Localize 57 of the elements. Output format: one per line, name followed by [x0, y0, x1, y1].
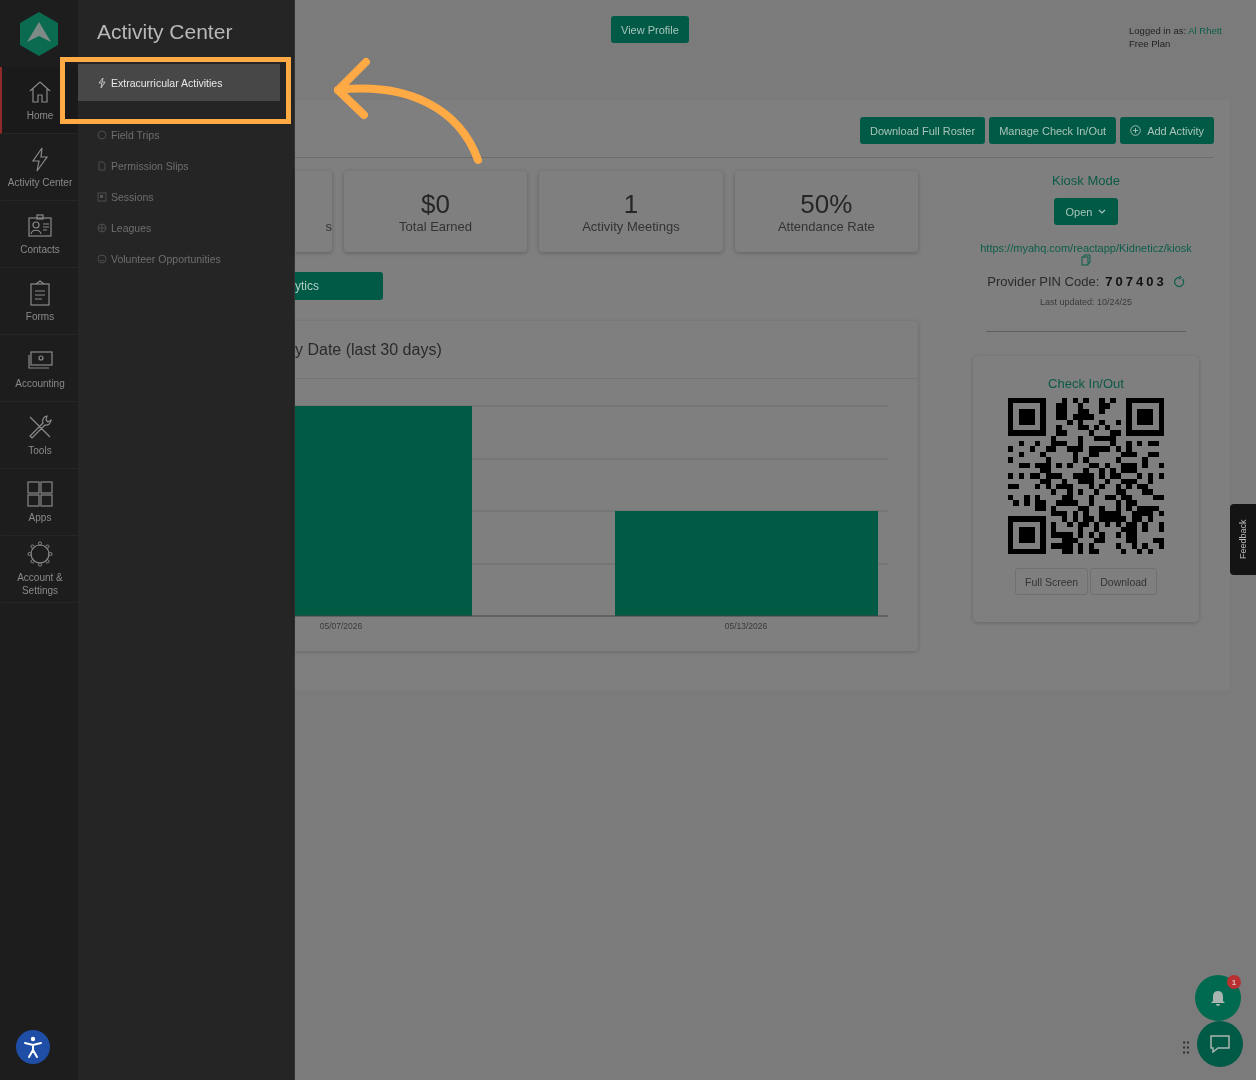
- nav-item[interactable]: Home: [0, 67, 78, 134]
- bell-icon: [1210, 989, 1226, 1007]
- stat-label: Total Earned: [399, 219, 473, 234]
- apps-icon: [27, 480, 53, 507]
- axis-label: 05/07/2026: [319, 621, 363, 631]
- notification-badge: 1: [1227, 975, 1241, 989]
- smiley-icon: [97, 253, 107, 264]
- menu-item[interactable]: Leagues: [78, 212, 280, 243]
- copy-icon[interactable]: [1081, 254, 1091, 266]
- stat-value: 1: [623, 189, 639, 219]
- panel-title: Activity Center: [96, 20, 234, 44]
- circle-icon: [97, 129, 107, 140]
- kiosk-title: Kiosk Mode: [1052, 173, 1120, 188]
- menu-item[interactable]: Permission Slips: [78, 150, 280, 181]
- accessibility-icon: [21, 1035, 45, 1059]
- square-icon: [97, 191, 107, 202]
- file-icon: [97, 160, 107, 171]
- tools-icon: [27, 413, 53, 440]
- stat-label: s: [325, 218, 332, 234]
- clipboard-icon: [27, 279, 53, 306]
- chat-button[interactable]: [1197, 1021, 1243, 1067]
- stat-label: Activity Meetings: [582, 219, 680, 234]
- qr-button[interactable]: Full Screen: [1015, 568, 1089, 595]
- chart-title: y Date (last 30 days): [295, 340, 442, 359]
- analytics-button[interactable]: ytics: [295, 272, 383, 300]
- menu-item[interactable]: Volunteer Opportunities: [78, 243, 280, 274]
- bolt-icon: [97, 77, 107, 88]
- qr-title: Check In/Out: [1048, 376, 1124, 391]
- logo-icon[interactable]: [19, 10, 59, 57]
- plus-icon: [1130, 125, 1142, 136]
- menu-item[interactable]: Sessions: [78, 181, 280, 212]
- qr-button[interactable]: Download: [1090, 568, 1157, 595]
- notification-button[interactable]: [1195, 975, 1241, 1021]
- stat-value: 50%: [800, 189, 853, 219]
- action-button[interactable]: Manage Check In/Out: [989, 117, 1117, 144]
- chevron-down-icon: [1098, 209, 1107, 214]
- action-button[interactable]: Download Full Roster: [859, 117, 986, 144]
- gear-icon: [27, 541, 53, 567]
- refresh-icon[interactable]: [1172, 275, 1185, 288]
- open-dropdown-button[interactable]: Open: [1053, 198, 1119, 225]
- login-info: Logged in as: Al Rhett Free Plan: [1129, 24, 1222, 50]
- feedback-tab[interactable]: Feedback: [1230, 504, 1256, 575]
- pin-label: Provider PIN Code:: [987, 274, 1100, 289]
- contact-icon: [27, 212, 53, 239]
- view-profile-button[interactable]: View Profile: [611, 16, 689, 43]
- globe-icon: [97, 222, 107, 233]
- menu-item[interactable]: Extracurricular Activities: [78, 64, 280, 101]
- last-updated: Last updated: 10/24/25: [1039, 297, 1133, 307]
- chat-icon: [1210, 1035, 1230, 1053]
- stat-label: Attendance Rate: [777, 219, 875, 234]
- accessibility-button[interactable]: [16, 1030, 50, 1064]
- action-button[interactable]: Add Activity: [1120, 117, 1214, 144]
- drag-handle-icon[interactable]: [1183, 1041, 1189, 1054]
- menu-item[interactable]: Field Trips: [78, 119, 280, 150]
- pin-code: 707403: [1105, 274, 1167, 289]
- stat-value: $0: [421, 189, 450, 219]
- axis-label: 05/13/2026: [724, 621, 768, 631]
